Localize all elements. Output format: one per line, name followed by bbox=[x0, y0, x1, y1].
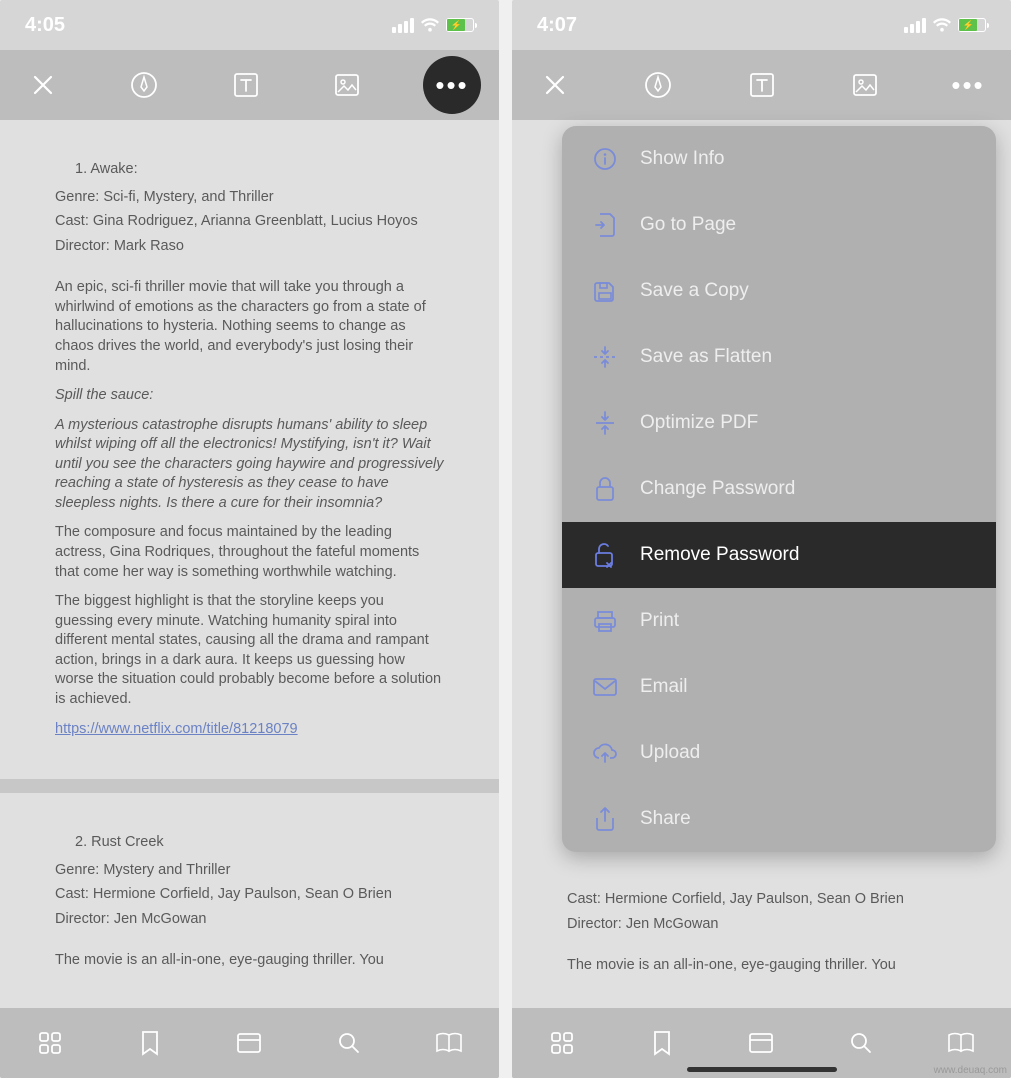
status-bar: 4:05 ⚡ bbox=[0, 0, 499, 50]
book-view-button[interactable] bbox=[941, 1023, 981, 1063]
search-button[interactable] bbox=[329, 1023, 369, 1063]
menu-item-label: Email bbox=[640, 676, 688, 698]
item-spill-heading: Spill the sauce: bbox=[55, 386, 444, 406]
menu-item-save-copy[interactable]: Save a Copy bbox=[562, 258, 996, 324]
close-button[interactable] bbox=[530, 60, 580, 110]
menu-item-label: Upload bbox=[640, 742, 700, 764]
upload-icon bbox=[592, 740, 618, 766]
top-toolbar: ••• bbox=[512, 50, 1011, 120]
close-button[interactable] bbox=[18, 60, 68, 110]
item-cast: Cast: Hermione Corfield, Jay Paulson, Se… bbox=[567, 890, 956, 910]
book-view-button[interactable] bbox=[429, 1023, 469, 1063]
bookmark-button[interactable] bbox=[642, 1023, 682, 1063]
document-viewport[interactable]: 1. Awake: Genre: Sci-fi, Mystery, and Th… bbox=[0, 120, 499, 1008]
item-title: 1. Awake: bbox=[55, 160, 444, 180]
grid-view-button[interactable] bbox=[542, 1023, 582, 1063]
phone-right: 4:07 ⚡ ••• Cast: Hermione Corfield, Jay bbox=[512, 0, 1011, 1078]
item-paragraph: The movie is an all-in-one, eye-gauging … bbox=[567, 956, 956, 976]
more-button[interactable]: ••• bbox=[943, 60, 993, 110]
menu-item-show-info[interactable]: Show Info bbox=[562, 126, 996, 192]
item-cast: Cast: Hermione Corfield, Jay Paulson, Se… bbox=[55, 885, 444, 905]
optimize-icon bbox=[592, 410, 618, 436]
reader-view-button[interactable] bbox=[741, 1023, 781, 1063]
item-title: 2. Rust Creek bbox=[55, 833, 444, 853]
reader-view-button[interactable] bbox=[229, 1023, 269, 1063]
phone-left: 4:05 ⚡ ••• 1. Awake: Genre: Sci-fi, Mys bbox=[0, 0, 499, 1078]
menu-item-label: Show Info bbox=[640, 148, 725, 170]
more-button[interactable]: ••• bbox=[423, 56, 481, 114]
lock-icon bbox=[592, 476, 618, 502]
unlock-remove-icon bbox=[592, 542, 618, 568]
status-time: 4:07 bbox=[537, 14, 577, 37]
item-director: Director: Jen McGowan bbox=[567, 915, 956, 935]
menu-item-email[interactable]: Email bbox=[562, 654, 996, 720]
wifi-icon bbox=[420, 18, 440, 33]
print-icon bbox=[592, 608, 618, 634]
bookmark-button[interactable] bbox=[130, 1023, 170, 1063]
item-paragraph: An epic, sci-fi thriller movie that will… bbox=[55, 278, 444, 376]
menu-item-label: Change Password bbox=[640, 478, 795, 500]
watermark: www.deuaq.com bbox=[934, 1065, 1007, 1076]
menu-item-label: Remove Password bbox=[640, 544, 799, 566]
menu-item-label: Save as Flatten bbox=[640, 346, 772, 368]
email-icon bbox=[592, 674, 618, 700]
document-page-1: 1. Awake: Genre: Sci-fi, Mystery, and Th… bbox=[0, 120, 499, 779]
menu-item-label: Save a Copy bbox=[640, 280, 749, 302]
top-toolbar: ••• bbox=[0, 50, 499, 120]
menu-item-label: Optimize PDF bbox=[640, 412, 758, 434]
item-director: Director: Mark Raso bbox=[55, 237, 444, 257]
image-tool-button[interactable] bbox=[840, 60, 890, 110]
pen-tool-button[interactable] bbox=[119, 60, 169, 110]
menu-item-change-password[interactable]: Change Password bbox=[562, 456, 996, 522]
status-right: ⚡ bbox=[904, 18, 986, 33]
more-icon: ••• bbox=[435, 70, 468, 101]
cellular-signal-icon bbox=[904, 18, 926, 33]
image-tool-button[interactable] bbox=[322, 60, 372, 110]
wifi-icon bbox=[932, 18, 952, 33]
more-icon: ••• bbox=[951, 70, 984, 101]
item-genre: Genre: Mystery and Thriller bbox=[55, 861, 444, 881]
share-icon bbox=[592, 806, 618, 832]
flatten-icon bbox=[592, 344, 618, 370]
home-indicator bbox=[687, 1067, 837, 1072]
status-bar: 4:07 ⚡ bbox=[512, 0, 1011, 50]
pen-tool-button[interactable] bbox=[633, 60, 683, 110]
more-menu-dropdown: Show Info Go to Page Save a Copy Save as… bbox=[562, 126, 996, 852]
bottom-toolbar bbox=[0, 1008, 499, 1078]
status-right: ⚡ bbox=[392, 18, 474, 33]
menu-item-label: Share bbox=[640, 808, 691, 830]
menu-item-label: Print bbox=[640, 610, 679, 632]
item-paragraph: The movie is an all-in-one, eye-gauging … bbox=[55, 951, 444, 971]
document-page-2: Cast: Hermione Corfield, Jay Paulson, Se… bbox=[512, 880, 1011, 1008]
status-time: 4:05 bbox=[25, 14, 65, 37]
battery-icon: ⚡ bbox=[446, 18, 474, 32]
menu-item-label: Go to Page bbox=[640, 214, 736, 236]
info-icon bbox=[592, 146, 618, 172]
grid-view-button[interactable] bbox=[30, 1023, 70, 1063]
item-genre: Genre: Sci-fi, Mystery, and Thriller bbox=[55, 188, 444, 208]
item-link[interactable]: https://www.netflix.com/title/81218079 bbox=[55, 721, 298, 737]
save-copy-icon bbox=[592, 278, 618, 304]
item-paragraph: The composure and focus maintained by th… bbox=[55, 523, 444, 582]
menu-item-upload[interactable]: Upload bbox=[562, 720, 996, 786]
goto-page-icon bbox=[592, 212, 618, 238]
menu-item-print[interactable]: Print bbox=[562, 588, 996, 654]
menu-item-go-to-page[interactable]: Go to Page bbox=[562, 192, 996, 258]
text-tool-button[interactable] bbox=[221, 60, 271, 110]
item-cast: Cast: Gina Rodriguez, Arianna Greenblatt… bbox=[55, 212, 444, 232]
menu-item-share[interactable]: Share bbox=[562, 786, 996, 852]
cellular-signal-icon bbox=[392, 18, 414, 33]
page-separator bbox=[0, 779, 499, 793]
item-paragraph: A mysterious catastrophe disrupts humans… bbox=[55, 416, 444, 514]
battery-icon: ⚡ bbox=[958, 18, 986, 32]
item-paragraph: The biggest highlight is that the storyl… bbox=[55, 592, 444, 709]
search-button[interactable] bbox=[841, 1023, 881, 1063]
menu-item-save-flatten[interactable]: Save as Flatten bbox=[562, 324, 996, 390]
menu-item-remove-password[interactable]: Remove Password bbox=[562, 522, 996, 588]
menu-item-optimize-pdf[interactable]: Optimize PDF bbox=[562, 390, 996, 456]
text-tool-button[interactable] bbox=[737, 60, 787, 110]
item-director: Director: Jen McGowan bbox=[55, 910, 444, 930]
document-page-2: 2. Rust Creek Genre: Mystery and Thrille… bbox=[0, 793, 499, 1008]
